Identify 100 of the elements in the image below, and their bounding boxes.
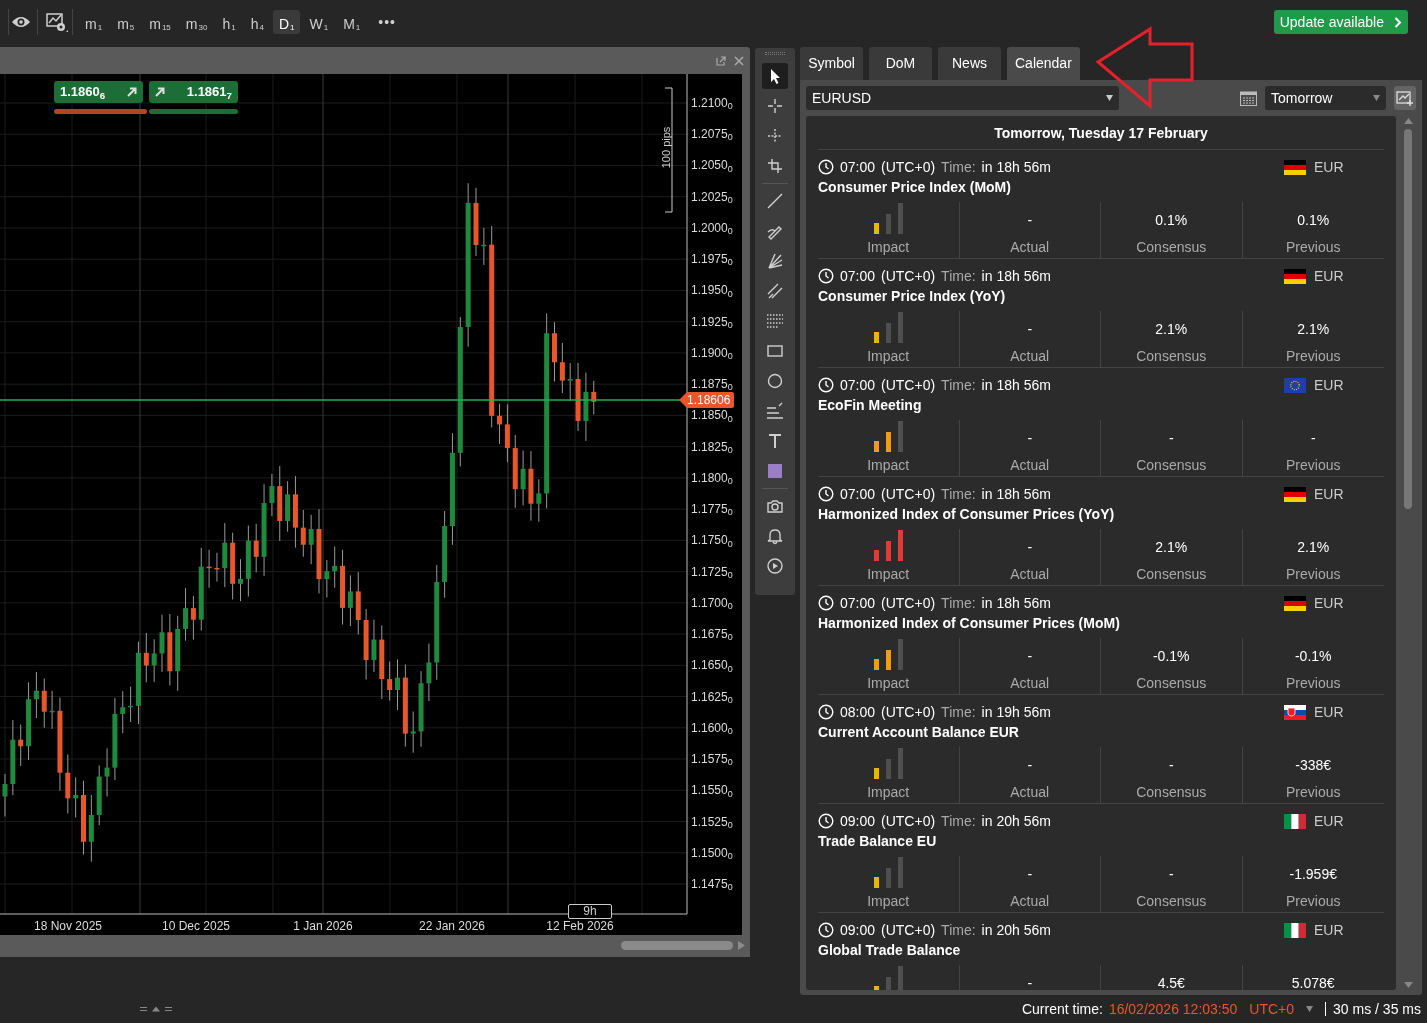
timeframe-button[interactable]: M 1 xyxy=(337,10,367,34)
candlestick xyxy=(410,710,416,754)
impact-label: Impact xyxy=(867,238,910,257)
event-actual-label: Actual xyxy=(1010,674,1050,693)
event-previous-label: Previous xyxy=(1286,347,1341,366)
timezone-caret-icon[interactable] xyxy=(1306,1006,1314,1012)
scroll-thumb[interactable] xyxy=(1404,129,1412,509)
price-axis-label: 1.1825$_{0}$ xyxy=(691,439,733,454)
impact-label: Impact xyxy=(867,674,910,693)
timeframe-button[interactable]: h4 xyxy=(244,10,270,34)
event-consensus-value: -0.1% xyxy=(1152,647,1190,664)
symbol-dropdown[interactable]: EURUSD xyxy=(806,86,1119,110)
candlestick xyxy=(245,525,251,597)
panel-tab[interactable]: News xyxy=(938,47,1001,80)
candlestick xyxy=(473,187,479,257)
candlestick xyxy=(18,724,24,767)
event-countdown: in 18h 56m xyxy=(981,157,1051,177)
event-actual-value: - xyxy=(1027,865,1033,882)
clock-icon xyxy=(818,595,834,611)
time-label: Time: xyxy=(941,593,976,613)
timeframe-button[interactable]: m 15 xyxy=(143,10,177,34)
event-previous-value: 2.1% xyxy=(1297,538,1330,555)
candlestick xyxy=(308,514,314,565)
event-previous-label: Previous xyxy=(1286,238,1341,257)
timeframe-button[interactable]: m 5 xyxy=(111,10,141,34)
current-time-label: Current time: xyxy=(1021,999,1103,1019)
panel-tab[interactable]: Symbol xyxy=(800,47,863,80)
eye-icon[interactable] xyxy=(11,15,31,29)
event-title: Harmonized Index of Consumer Prices (YoY) xyxy=(818,505,1116,523)
text-tool-icon xyxy=(766,432,784,450)
event-actual-value: - xyxy=(1027,320,1033,337)
timeframe-button[interactable]: W1 xyxy=(303,10,335,34)
close-icon[interactable] xyxy=(734,55,744,66)
scroll-thumb[interactable] xyxy=(621,941,733,950)
price-axis-label: 1.1550$_{0}$ xyxy=(691,783,733,798)
panel-tab[interactable]: DoM xyxy=(869,47,932,80)
drawing-tool-button[interactable] xyxy=(762,63,788,89)
line-icon xyxy=(766,192,784,210)
buy-button[interactable]: 1.1861$_{7}$ xyxy=(149,81,238,103)
timeframe-button[interactable]: m 30 xyxy=(179,10,214,34)
popout-icon[interactable] xyxy=(716,55,726,66)
sell-button[interactable]: 1.1860$_{6}$ xyxy=(54,81,143,103)
event-timezone: (UTC+0) xyxy=(881,266,936,286)
arrow-up-right-icon xyxy=(155,87,165,97)
event-previous-label: Previous xyxy=(1286,892,1341,911)
timeframe-button[interactable]: D1 xyxy=(272,10,301,34)
event-consensus-value: 2.1% xyxy=(1155,320,1188,337)
panel-tab[interactable]: Calendar xyxy=(1007,47,1080,80)
chart-settings-icon[interactable] xyxy=(46,11,68,33)
candlestick xyxy=(426,643,432,702)
event-countdown: in 18h 56m xyxy=(981,375,1051,395)
parallel-lines-icon xyxy=(766,282,784,300)
candlestick xyxy=(575,362,581,432)
candlestick xyxy=(481,227,487,266)
event-previous-label: Previous xyxy=(1286,456,1341,475)
impact-label: Impact xyxy=(867,456,910,475)
candlestick xyxy=(520,450,526,506)
scroll-up-icon[interactable] xyxy=(1403,118,1413,124)
date-axis-label: 12 Feb 2026 xyxy=(545,919,615,933)
event-consensus-label: Consensus xyxy=(1136,456,1207,475)
event-time: 07:00 xyxy=(840,157,876,177)
impact-label: Impact xyxy=(867,783,910,802)
candlestick xyxy=(591,380,597,415)
event-previous-value: -338€ xyxy=(1295,756,1332,773)
update-button[interactable]: Update available xyxy=(1273,10,1408,34)
event-consensus-value: 0.1% xyxy=(1155,211,1188,228)
price-axis-label: 1.1650$_{0}$ xyxy=(691,658,733,673)
event-currency: EUR xyxy=(1314,920,1344,940)
panel-handle-icon[interactable] xyxy=(140,1006,172,1012)
candlestick xyxy=(230,532,236,600)
event-time: 07:00 xyxy=(840,266,876,286)
clock-icon xyxy=(818,704,834,720)
candlestick xyxy=(269,473,275,517)
range-label: 100 pips xyxy=(658,128,673,169)
event-title: Consumer Price Index (MoM) xyxy=(818,178,1012,196)
time-label: Time: xyxy=(941,811,976,831)
event-actual-value: - xyxy=(1027,211,1033,228)
event-currency: EUR xyxy=(1314,484,1344,504)
candlestick xyxy=(143,632,149,683)
candlestick xyxy=(253,523,259,573)
candlestick xyxy=(104,747,110,797)
fan-lines-icon xyxy=(766,252,784,270)
event-actual-label: Actual xyxy=(1010,238,1050,257)
more-button[interactable]: ••• xyxy=(378,11,396,33)
dropdown-caret-icon xyxy=(1373,95,1380,101)
timeframe-button[interactable]: m 1 xyxy=(79,10,109,34)
add-event-button[interactable] xyxy=(1394,86,1416,110)
price-axis-label: 1.2075$_{0}$ xyxy=(691,127,733,142)
impact-label: Impact xyxy=(867,892,910,911)
scroll-down-icon[interactable] xyxy=(1403,982,1413,988)
clock-icon xyxy=(818,377,834,393)
calendar-icon[interactable] xyxy=(1240,90,1257,106)
event-currency: EUR xyxy=(1314,266,1344,286)
event-previous-label: Previous xyxy=(1286,783,1341,802)
period-dropdown[interactable]: Tomorrow xyxy=(1265,86,1386,110)
event-title: Consumer Price Index (YoY) xyxy=(818,287,1007,305)
candlestick xyxy=(49,690,55,730)
crosshair-icon xyxy=(766,97,784,115)
date-axis-label: 1 Jan 2026 xyxy=(292,919,354,933)
timeframe-button[interactable]: h 1 xyxy=(216,10,242,34)
